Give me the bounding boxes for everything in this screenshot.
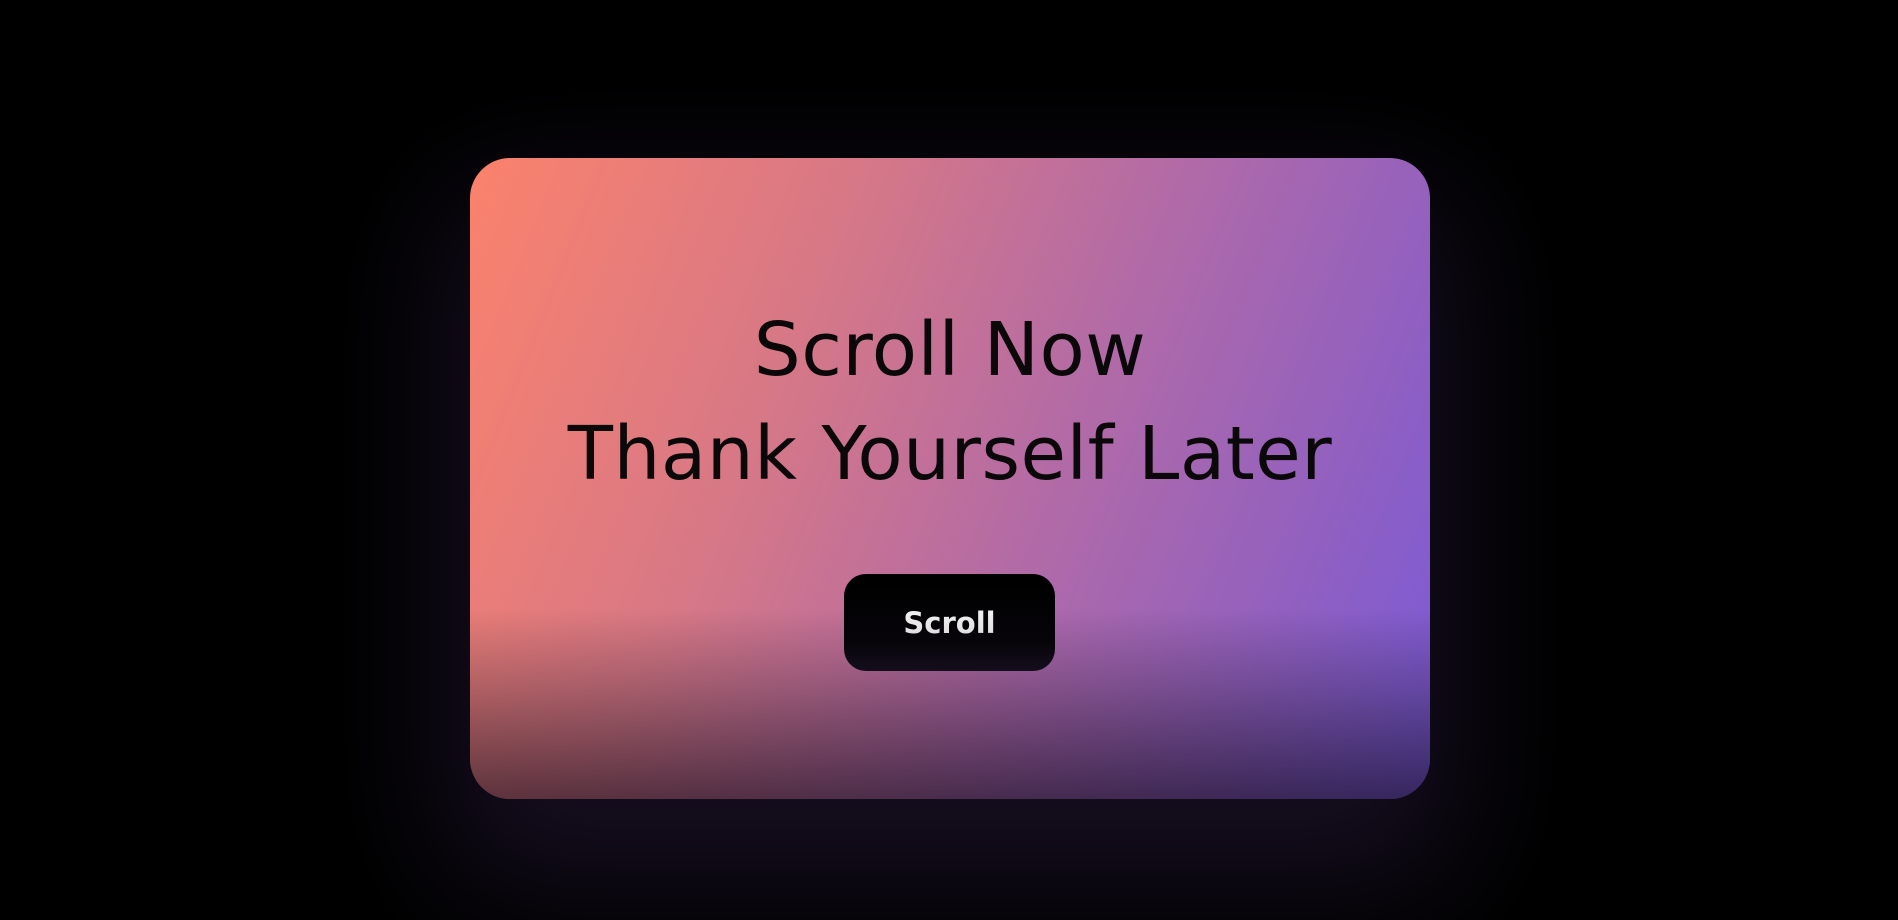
headline-line-1: Scroll Now <box>753 307 1147 393</box>
headline-line-2: Thank Yourself Later <box>567 411 1333 497</box>
scroll-button[interactable]: Scroll <box>844 574 1055 671</box>
page: Scroll Now Thank Yourself Later Scroll <box>0 0 1898 920</box>
hero-card: Scroll Now Thank Yourself Later Scroll <box>470 158 1430 799</box>
hero-headline: Scroll Now Thank Yourself Later <box>470 298 1430 506</box>
